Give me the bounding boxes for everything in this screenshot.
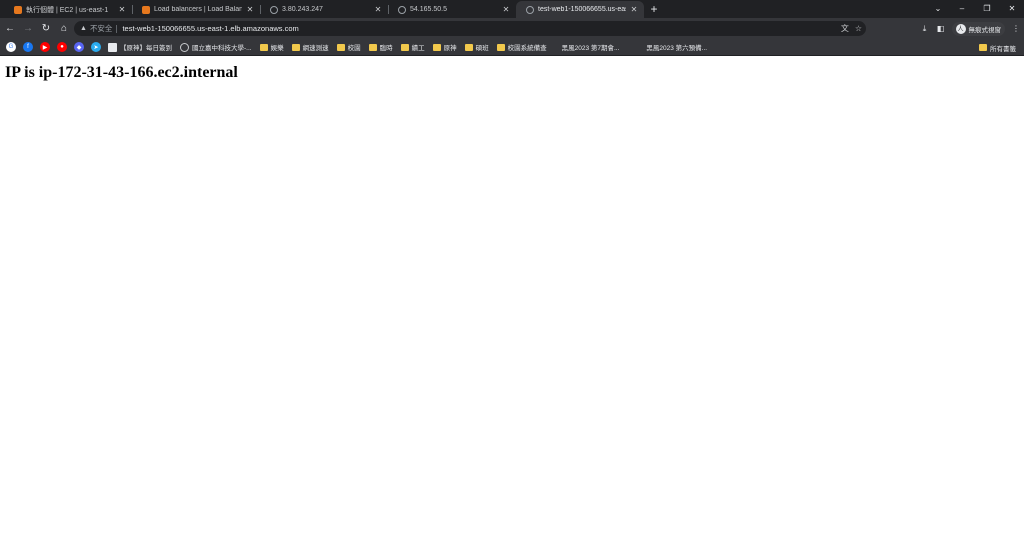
tab-title: 執行個體 | EC2 | us-east-1 <box>26 6 109 14</box>
bookmark-item[interactable]: 績工 <box>400 40 425 54</box>
bookmark-item[interactable]: 校園系統備查 <box>496 40 547 54</box>
bookmark-label: 黑風2023 第六預備... <box>646 45 708 52</box>
tab-title: 3.80.243.247 <box>282 6 323 13</box>
close-tab-icon[interactable]: ✕ <box>374 5 382 14</box>
folder-icon <box>979 44 987 51</box>
folder-icon <box>368 43 377 51</box>
reload-button[interactable]: ↻ <box>38 21 54 37</box>
folder-icon <box>291 43 300 51</box>
page-heading: IP is ip-172-31-43-166.ec2.internal <box>5 64 238 81</box>
bookmark-list: Gf ▶ ● ◆ ➤ 【原神】每日簽到 國立嘉中科技大學-... 娛樂 網速測速 校園 臨時 績工 原神… <box>6 40 727 54</box>
restore-button[interactable]: ❐ <box>975 0 999 16</box>
address-bar[interactable]: ▲ 不安全 test-web1-150066655.us-east-1.elb.… <box>74 21 866 36</box>
bookmark-label: 國立嘉中科技大學-... <box>192 45 252 52</box>
divider <box>116 24 118 33</box>
all-bookmarks[interactable]: 所有書籤 <box>979 39 1016 56</box>
tab-0[interactable]: 執行個體 | EC2 | us-east-1 ✕ <box>4 1 132 18</box>
folder-icon <box>336 43 345 51</box>
security-status[interactable]: 不安全 <box>90 23 113 34</box>
all-bookmarks-label: 所有書籤 <box>990 45 1016 53</box>
profile-label: 無痕式視窗 <box>968 26 1002 34</box>
bookmark-star-icon[interactable]: ☆ <box>855 24 862 33</box>
tab-title: Load balancers | Load Balancin <box>154 6 242 13</box>
bookmark-label: 校園系統備查 <box>507 45 547 52</box>
bookmark-item[interactable]: 碩班 <box>464 40 489 54</box>
bookmark-label: 網速測速 <box>302 45 329 52</box>
toolbar-actions: ⤓ ◧ 人 無痕式視窗 ⋮ <box>917 18 1024 39</box>
globe-icon <box>270 5 278 14</box>
aws-icon <box>14 5 22 14</box>
bookmark-item[interactable]: 原神 <box>432 40 457 54</box>
bookmark-label: 績工 <box>411 45 425 52</box>
forward-button[interactable]: → <box>20 21 36 37</box>
tab-list: 執行個體 | EC2 | us-east-1 ✕ Load balancers | … <box>0 0 644 18</box>
discord-icon[interactable]: ◆ <box>74 42 84 52</box>
bookmark-item[interactable]: 娛樂 <box>259 40 284 54</box>
close-window-button[interactable]: ✕ <box>1000 0 1024 16</box>
tab-3[interactable]: 54.165.50.5 ✕ <box>388 1 516 18</box>
globe-icon <box>180 42 189 52</box>
bookmark-item[interactable]: 國立嘉中科技大學-... <box>180 40 252 54</box>
google-icon[interactable]: G <box>6 42 16 52</box>
warning-icon[interactable]: ▲ <box>80 25 87 32</box>
youtube-music-icon[interactable]: ● <box>57 42 67 52</box>
bookmark-label: 黑風2023 第7期會... <box>561 45 620 52</box>
facebook-icon[interactable]: f <box>23 42 33 52</box>
incognito-icon: 人 <box>955 23 966 34</box>
bookmark-label: 原神 <box>443 45 457 52</box>
tab-title: 54.165.50.5 <box>410 6 447 13</box>
tab-title: test-web1-150066655.us-east <box>538 6 626 13</box>
folder-icon <box>400 43 409 51</box>
close-tab-icon[interactable]: ✕ <box>630 5 638 14</box>
page-content: IP is ip-172-31-43-166.ec2.internal <box>0 57 1024 553</box>
bookmark-label: 校園 <box>347 45 361 52</box>
back-button[interactable]: ← <box>2 21 18 37</box>
new-tab-button[interactable]: + <box>646 1 662 18</box>
tab-strip: 執行個體 | EC2 | us-east-1 ✕ Load balancers | … <box>0 0 1024 18</box>
minimize-button[interactable]: – <box>950 0 974 16</box>
youtube-icon[interactable]: ▶ <box>40 42 50 52</box>
translate-icon[interactable]: 文 <box>841 23 849 34</box>
bookmark-label: 【原神】每日簽到 <box>120 45 172 52</box>
bookmark-item[interactable]: 黑風2023 第六預備... <box>639 40 707 54</box>
bookmark-item[interactable]: 黑風2023 第7期會... <box>555 40 620 54</box>
folder-icon <box>496 43 505 51</box>
bookmarks-bar: Gf ▶ ● ◆ ➤ 【原神】每日簽到 國立嘉中科技大學-... 娛樂 網速測速 校園 臨時 績工 原神… <box>0 39 1024 56</box>
tab-4[interactable]: test-web1-150066655.us-east ✕ <box>516 1 644 18</box>
browser-toolbar: ← → ↻ ⌂ ▲ 不安全 test-web1-150066655.us-eas… <box>0 18 1024 39</box>
bookmark-item[interactable]: 網速測速 <box>291 40 329 54</box>
hoyolab-icon <box>108 42 117 52</box>
folder-icon <box>464 43 473 51</box>
telegram-icon[interactable]: ➤ <box>91 42 101 52</box>
bookmark-item[interactable]: 【原神】每日簽到 <box>108 40 172 54</box>
close-tab-icon[interactable]: ✕ <box>246 5 254 14</box>
globe-icon <box>526 5 534 14</box>
bookmark-label: 娛樂 <box>270 45 284 52</box>
bookmark-item[interactable]: 校園 <box>336 40 361 54</box>
folder-icon <box>259 43 268 51</box>
tab-search-icon[interactable]: ⌄ <box>926 0 950 16</box>
url-text[interactable]: test-web1-150066655.us-east-1.elb.amazon… <box>122 24 298 33</box>
bookmark-label: 碩班 <box>475 45 489 52</box>
incognito-profile-button[interactable]: 人 無痕式視窗 <box>951 21 1005 36</box>
side-panel-icon[interactable]: ◧ <box>933 24 949 33</box>
menu-icon[interactable]: ⋮ <box>1008 24 1024 33</box>
bookmark-item[interactable]: 臨時 <box>368 40 393 54</box>
omnibox-actions: 文 ☆ <box>841 21 862 36</box>
tab-2[interactable]: 3.80.243.247 ✕ <box>260 1 388 18</box>
globe-icon <box>398 5 406 14</box>
folder-icon <box>432 43 441 51</box>
download-icon[interactable]: ⤓ <box>917 24 933 34</box>
close-tab-icon[interactable]: ✕ <box>502 5 510 14</box>
home-button[interactable]: ⌂ <box>56 21 72 37</box>
bookmark-label: 臨時 <box>379 45 393 52</box>
aws-icon <box>142 5 150 14</box>
tab-1[interactable]: Load balancers | Load Balancin ✕ <box>132 1 260 18</box>
close-tab-icon[interactable]: ✕ <box>118 5 126 14</box>
